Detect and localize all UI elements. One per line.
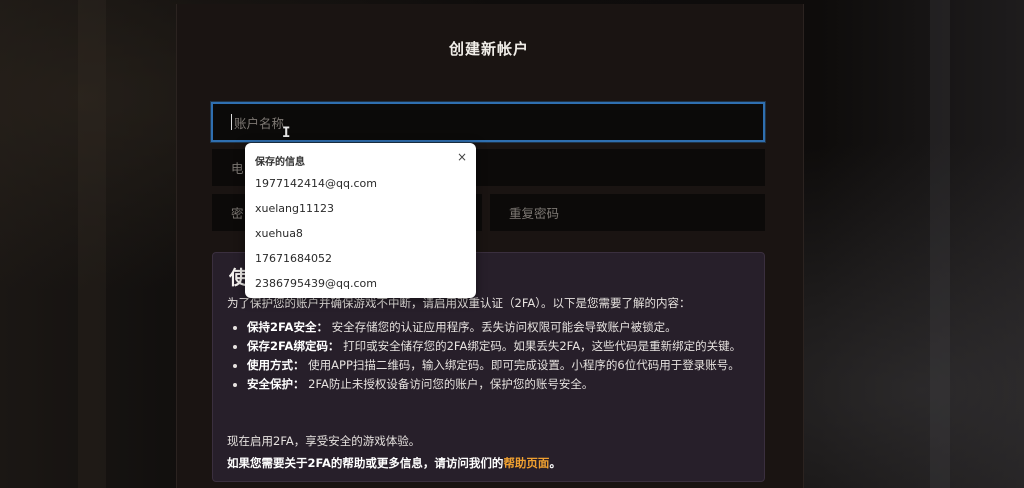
autofill-dropdown: 保存的信息 × 1977142414@qq.com xuelang11123 x…	[245, 143, 476, 298]
info-outro: 现在启用2FA，享受安全的游戏体验。	[227, 434, 421, 448]
background-pillar-left	[78, 0, 106, 488]
list-item: 保持2FA安全： 安全存储您的认证应用程序。丢失访问权限可能会导致账户被锁定。	[247, 319, 777, 336]
text-caret	[231, 114, 232, 130]
ibeam-cursor-icon: I	[282, 125, 291, 141]
page-title: 创建新帐户	[448, 40, 529, 58]
help-suffix: 。	[549, 456, 561, 470]
bullet-text: 打印或安全储存您的2FA绑定码。如果丢失2FA，这些代码是重新绑定的关键。	[343, 339, 742, 353]
help-prefix: 如果您需要关于2FA的帮助或更多信息，请访问我们的	[227, 456, 504, 470]
confirm-password-field[interactable]: 重复密码	[490, 194, 765, 231]
bullet-text: 安全存储您的认证应用程序。丢失访问权限可能会导致账户被锁定。	[331, 320, 677, 334]
autofill-item[interactable]: 1977142414@qq.com	[255, 177, 377, 190]
bullet-label: 保持2FA安全：	[247, 320, 328, 334]
list-item: 保存2FA绑定码： 打印或安全储存您的2FA绑定码。如果丢失2FA，这些代码是重…	[247, 338, 777, 355]
bullet-label: 保存2FA绑定码：	[247, 339, 340, 353]
help-line: 如果您需要关于2FA的帮助或更多信息，请访问我们的帮助页面。	[227, 455, 561, 471]
list-item: 使用方式： 使用APP扫描二维码，输入绑定码。即可完成设置。小程序的6位代码用于…	[247, 357, 777, 374]
bullet-label: 使用方式：	[247, 358, 305, 372]
autofill-item[interactable]: 2386795439@qq.com	[255, 277, 377, 290]
autofill-header: 保存的信息	[255, 157, 305, 168]
autofill-item[interactable]: 17671684052	[255, 252, 332, 265]
bullet-text: 2FA防止未授权设备访问您的账户，保护您的账号安全。	[308, 377, 594, 391]
info-bullet-list: 保持2FA安全： 安全存储您的认证应用程序。丢失访问权限可能会导致账户被锁定。 …	[227, 319, 777, 395]
close-icon[interactable]: ×	[457, 150, 467, 164]
confirm-password-placeholder: 重复密码	[509, 206, 560, 221]
bullet-label: 安全保护：	[247, 377, 305, 391]
autofill-item[interactable]: xuelang11123	[255, 202, 334, 215]
background-pillar-right	[930, 0, 950, 488]
username-field[interactable]: 账户名称	[211, 102, 765, 142]
list-item: 安全保护： 2FA防止未授权设备访问您的账户，保护您的账号安全。	[247, 376, 777, 393]
bullet-text: 使用APP扫描二维码，输入绑定码。即可完成设置。小程序的6位代码用于登录账号。	[308, 358, 740, 372]
email-placeholder: 电	[231, 161, 244, 176]
username-placeholder: 账户名称	[234, 115, 285, 131]
password-placeholder: 密	[231, 206, 244, 221]
help-page-link[interactable]: 帮助页面	[503, 456, 549, 470]
autofill-item[interactable]: xuehua8	[255, 227, 303, 240]
